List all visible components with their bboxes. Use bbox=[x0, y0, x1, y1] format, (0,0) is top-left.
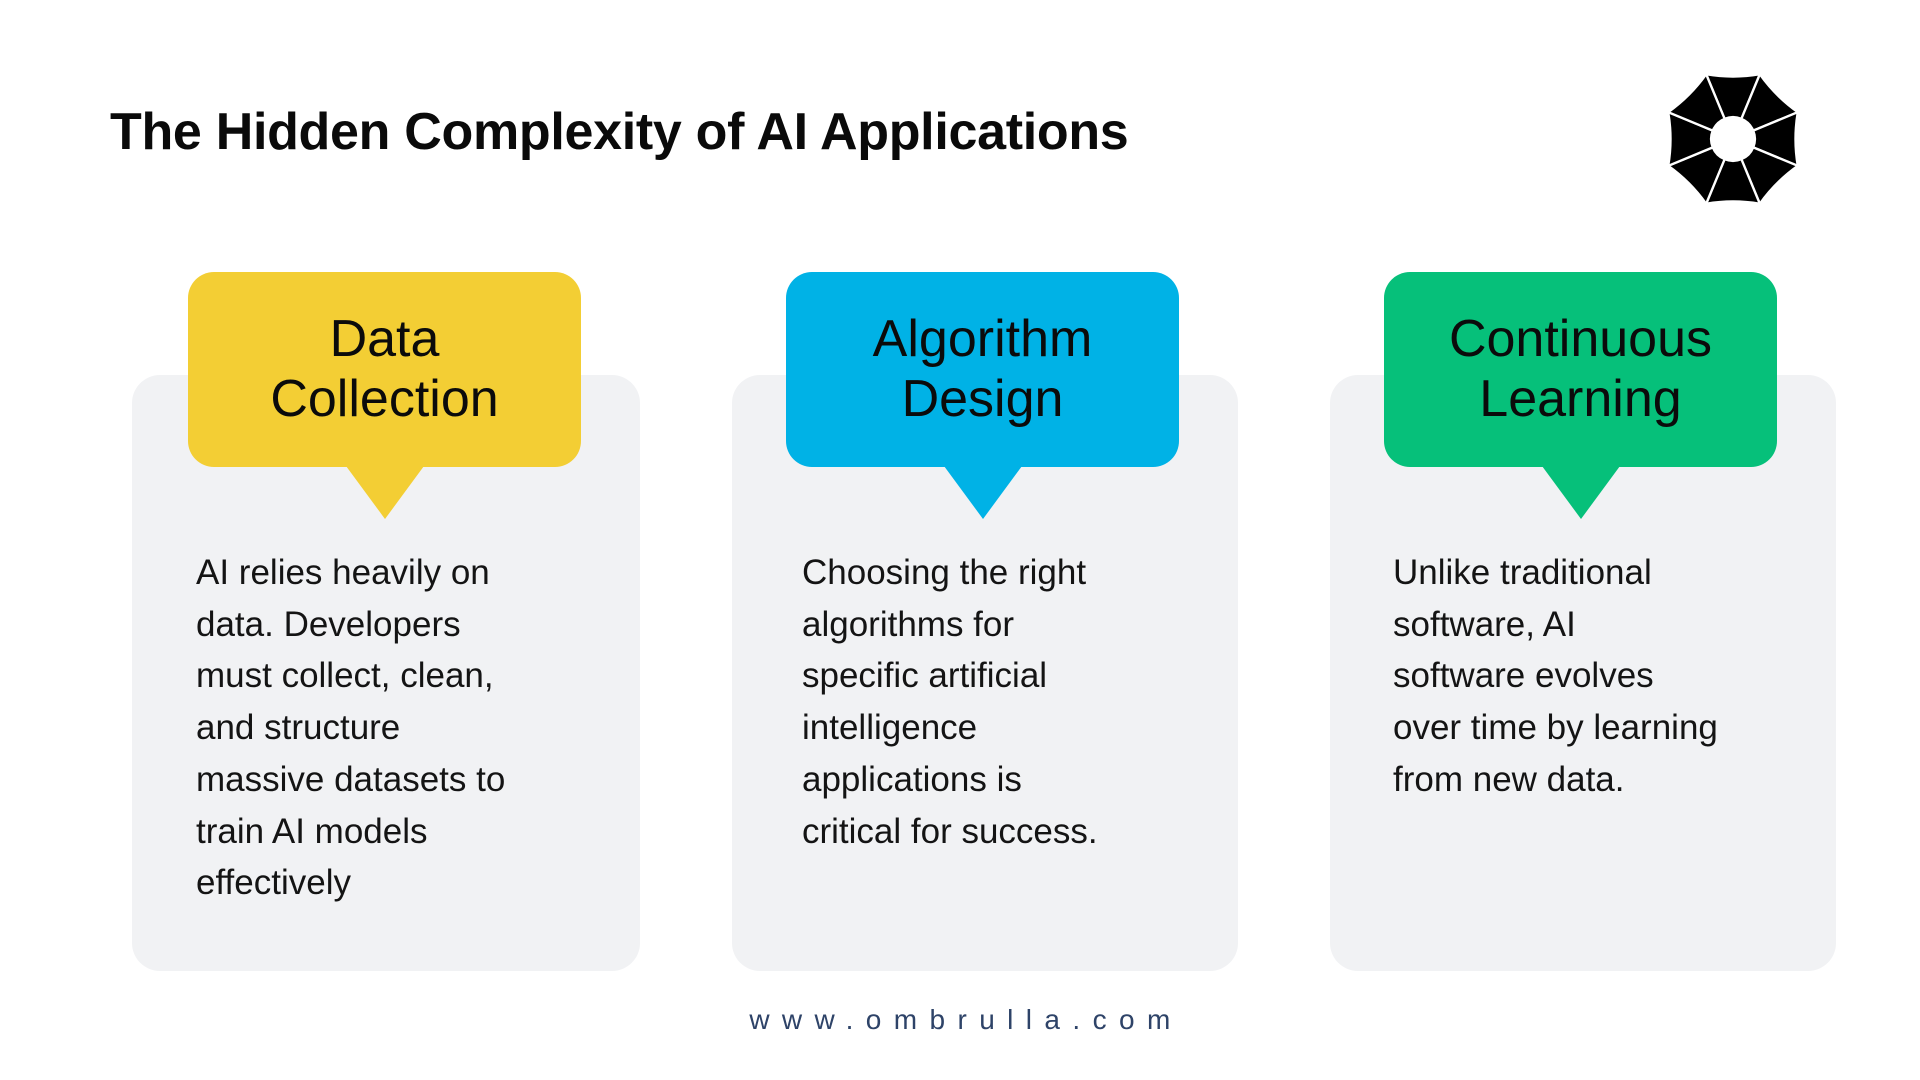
card-body-line: over time by learning bbox=[1393, 708, 1718, 748]
card-heading: Data Collection bbox=[188, 309, 581, 429]
card-body-line: train AI models bbox=[196, 811, 428, 851]
heading-bubble-continuous-learning: Continuous Learning bbox=[1384, 272, 1777, 519]
card-body-algorithm-design: Choosing the right algorithms for specific… bbox=[802, 547, 1222, 857]
heading-bubble-algorithm-design: Algorithm Design bbox=[786, 272, 1179, 519]
logo-center-hole bbox=[1711, 117, 1755, 161]
card-heading-line: Continuous bbox=[1448, 309, 1713, 368]
footer-website-url[interactable]: www.ombrulla.com bbox=[0, 1004, 1920, 1036]
card-body-line: software evolves bbox=[1393, 656, 1654, 696]
card-body-data-collection: AI relies heavily on data. Developers must… bbox=[196, 547, 616, 909]
card-body-line: specific artificial bbox=[802, 656, 1048, 696]
card-heading-line: Learning bbox=[1479, 369, 1682, 428]
slide-title: The Hidden Complexity of AI Applications bbox=[110, 103, 1129, 161]
card-heading-line: Design bbox=[901, 369, 1064, 428]
card-body-line: AI relies heavily on bbox=[196, 553, 490, 592]
card-body-line: massive datasets to bbox=[196, 759, 506, 799]
card-heading-line: Algorithm bbox=[872, 309, 1093, 368]
heading-bubble-data-collection: Data Collection bbox=[188, 272, 581, 519]
card-body-line: intelligence bbox=[802, 708, 978, 748]
card-heading: Algorithm Design bbox=[786, 309, 1179, 429]
bubble-pointer bbox=[345, 466, 424, 519]
card-body-line: and structure bbox=[196, 708, 401, 748]
card-body-line: critical for success. bbox=[802, 811, 1098, 851]
card-body-line: software, AI bbox=[1393, 604, 1576, 644]
card-body-line: algorithms for bbox=[802, 604, 1015, 644]
card-heading: Continuous Learning bbox=[1384, 309, 1777, 429]
card-body-line: Unlike traditional bbox=[1393, 553, 1652, 592]
slide: The Hidden Complexity of AI Applications… bbox=[0, 0, 1920, 1080]
card-heading-line: Data bbox=[329, 309, 440, 368]
bubble-pointer bbox=[1541, 466, 1620, 519]
card-heading-line: Collection bbox=[270, 369, 499, 428]
bubble-pointer bbox=[943, 466, 1022, 519]
card-body-line: applications is bbox=[802, 759, 1022, 799]
card-body-continuous-learning: Unlike traditional software, AI software e… bbox=[1393, 547, 1813, 806]
card-body-line: data. Developers bbox=[196, 604, 461, 644]
umbrella-octagon-logo-icon bbox=[1667, 73, 1799, 205]
card-body-line: from new data. bbox=[1393, 759, 1625, 799]
card-body-line: must collect, clean, bbox=[196, 656, 494, 696]
card-body-line: Choosing the right bbox=[802, 553, 1087, 592]
card-body-line: effectively bbox=[196, 863, 351, 903]
